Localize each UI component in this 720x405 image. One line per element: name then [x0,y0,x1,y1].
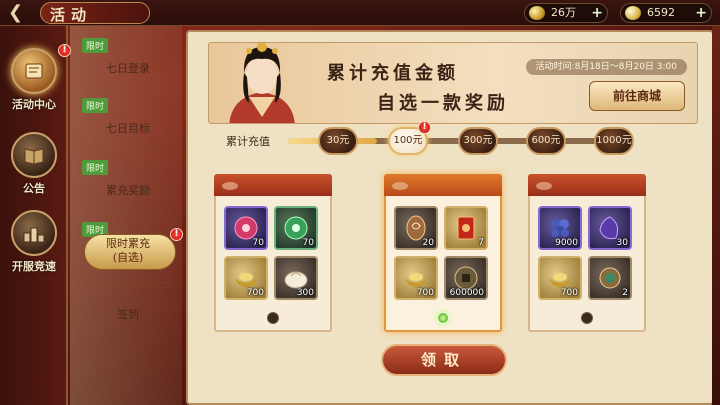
reward-option-card[interactable]: 70 70 700 300 [214,174,332,332]
submenu-item-seven-day-login[interactable]: 限时 七日登录 [76,38,180,90]
top-bar: ❮ 活动 26万 + 6592 + [0,0,720,26]
item-count: 30 [616,238,628,248]
item-count: 7 [478,238,484,248]
banner-title-line1: 累计充值金额 [327,63,459,84]
silver-resource: 6592 + [620,3,712,23]
submenu-item-sign-in[interactable]: 签到 [76,284,180,336]
screen: { "header": { "title": "活动", "copper": "… [0,0,720,405]
item-count: 20 [422,238,434,248]
page-title: 活动 [50,6,93,24]
tier-node-1000[interactable]: 1000元 [594,127,634,155]
option-radio-selected[interactable] [437,312,449,324]
tier-node-600[interactable]: 600元 [526,127,566,155]
alert-badge: ! [418,121,431,134]
submenu-label: 七日登录 [106,62,150,75]
nav-announcement[interactable]: 公告 [6,132,62,196]
ingot-icon [625,6,641,20]
right-edge-decoration [712,26,720,405]
claim-button[interactable]: 领取 [381,344,507,376]
left-nav: 活动中心 ! 公告 开服竞速 [0,26,71,405]
option-radio[interactable] [267,312,279,324]
submenu-label: 七日目标 [106,122,150,135]
copper-coin-icon[interactable]: 20 [394,206,438,250]
gold-ingot-icon[interactable]: 700 [394,256,438,300]
copper-resource: 26万 + [524,3,608,23]
gold-ingot-icon[interactable]: 700 [538,256,582,300]
red-orb-icon[interactable]: 70 [224,206,268,250]
scroll-icon [11,48,57,94]
item-count: 700 [560,288,578,298]
submenu-item-seven-day-goal[interactable]: 限时 七日目标 [76,98,180,150]
gold-ingot-icon[interactable]: 700 [224,256,268,300]
activity-submenu: 限时 七日登录 限时 七日目标 限时 累充奖励 限时 限时累充 (自选) ! 签… [70,26,183,405]
ornament-ball-icon[interactable]: 2 [588,256,632,300]
nav-label: 开服竞速 [12,260,56,273]
event-time: 活动时间:8月18日～8月20日 3:00 [525,59,687,75]
main-panel: 累计充值金额 自选一款奖励 活动时间:8月18日～8月20日 3:00 前往商城… [186,30,714,405]
progress-label: 累计充值 [226,135,270,148]
reward-option-card[interactable]: 9000 30 700 2 [528,174,646,332]
divider [84,282,174,283]
item-count: 600000 [449,288,484,298]
card-header [384,174,502,196]
character-portrait [229,43,295,123]
item-count: 9000 [555,238,578,248]
nav-label: 活动中心 [12,98,56,111]
nav-label: 公告 [23,182,45,195]
event-banner: 累计充值金额 自选一款奖励 活动时间:8月18日～8月20日 3:00 前往商城 [208,42,698,124]
item-count: 70 [302,238,314,248]
copper-coin-icon [529,6,545,20]
podium-icon [11,210,57,256]
item-count: 2 [622,288,628,298]
submenu-label: 限时累充 (自选) [106,237,150,264]
reward-option-card-selected[interactable]: 20 7 700 600000 [384,174,502,332]
card-header [214,174,332,196]
green-orb-icon[interactable]: 70 [274,206,318,250]
item-count: 300 [296,288,314,298]
limited-tag: 限时 [82,38,109,53]
tier-node-300[interactable]: 300元 [458,127,498,155]
divider [84,90,174,91]
go-to-shop-button[interactable]: 前往商城 [589,81,685,111]
back-arrow-icon[interactable]: ❮ [8,4,32,22]
nav-server-race[interactable]: 开服竞速 [6,210,62,274]
item-count: 700 [416,288,434,298]
divider [84,212,174,213]
submenu-label: 签到 [117,308,139,321]
bun-icon[interactable]: 300 [274,256,318,300]
card-header [528,174,646,196]
limited-tag: 限时 [82,98,109,113]
add-silver-button[interactable]: + [695,4,707,22]
purple-stone-icon[interactable]: 30 [588,206,632,250]
banner-title-line2: 自选一款奖励 [377,93,509,114]
tier-node-30[interactable]: 30元 [318,127,358,155]
option-radio[interactable] [581,312,593,324]
submenu-item-limited-recharge[interactable]: 限时 限时累充 (自选) ! [76,222,183,274]
red-card-icon[interactable]: 7 [444,206,488,250]
item-count: 70 [252,238,264,248]
limited-tag: 限时 [82,160,109,175]
item-count: 700 [246,288,264,298]
silver-amount: 6592 [647,6,675,19]
alert-badge: ! [170,228,183,241]
submenu-item-recharge-reward[interactable]: 限时 累充奖励 [76,160,180,212]
add-copper-button[interactable]: + [591,4,603,22]
submenu-label: 累充奖励 [106,184,150,197]
nav-activity-center[interactable]: 活动中心 ! [6,44,71,112]
book-icon [11,132,57,178]
copper-money-icon[interactable]: 600000 [444,256,488,300]
blue-grapes-icon[interactable]: 9000 [538,206,582,250]
copper-amount: 26万 [551,6,576,19]
divider [84,150,174,151]
